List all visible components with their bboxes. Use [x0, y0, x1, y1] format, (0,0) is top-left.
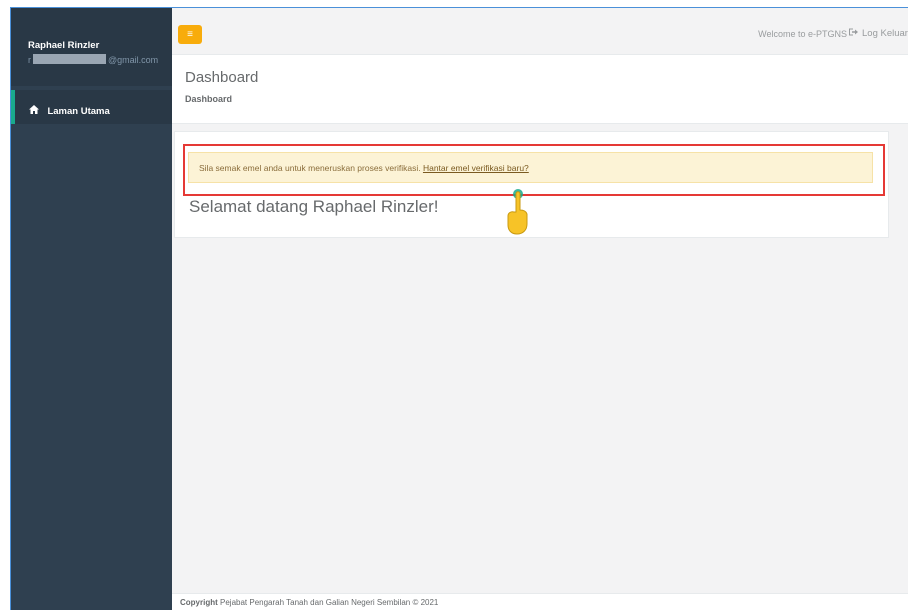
profile-email: r @gmail.com: [28, 54, 172, 65]
welcome-greeting: Selamat datang Raphael Rinzler!: [189, 197, 439, 216]
home-icon: [29, 105, 43, 117]
copyright-text: Pejabat Pengarah Tanah dan Galian Negeri…: [220, 598, 439, 607]
sidebar: Raphael Rinzler r @gmail.com Laman Utama: [11, 8, 172, 610]
breadcrumb: Dashboard: [185, 94, 233, 104]
sidebar-item-label: Laman Utama: [47, 106, 110, 117]
logout-label: Log Keluar: [862, 28, 908, 39]
menu-toggle-button[interactable]: ≡: [178, 25, 202, 44]
email-redaction: [33, 54, 106, 64]
highlight-box: [183, 144, 885, 196]
sign-out-icon: [849, 28, 858, 38]
hamburger-icon: ≡: [187, 29, 193, 40]
page-title: Dashboard: [185, 69, 259, 86]
sidebar-item-laman-utama[interactable]: Laman Utama: [11, 90, 172, 124]
hand-cursor-icon: [505, 180, 531, 236]
email-prefix: r: [28, 55, 31, 65]
page-heading: Dashboard Dashboard: [172, 55, 908, 124]
app-frame: Raphael Rinzler r @gmail.com Laman Utama …: [10, 7, 908, 610]
profile-name: Raphael Rinzler: [28, 40, 100, 51]
copyright-label: Copyright: [180, 598, 218, 607]
welcome-message: Welcome to e-PTGNS: [758, 29, 847, 39]
footer: Copyright Pejabat Pengarah Tanah dan Gal…: [172, 593, 908, 610]
top-navbar: ≡ Welcome to e-PTGNS Log Keluar: [172, 8, 908, 55]
user-profile: Raphael Rinzler r @gmail.com: [11, 8, 172, 86]
logout-link[interactable]: Log Keluar: [849, 28, 908, 39]
email-suffix: @gmail.com: [108, 55, 159, 65]
